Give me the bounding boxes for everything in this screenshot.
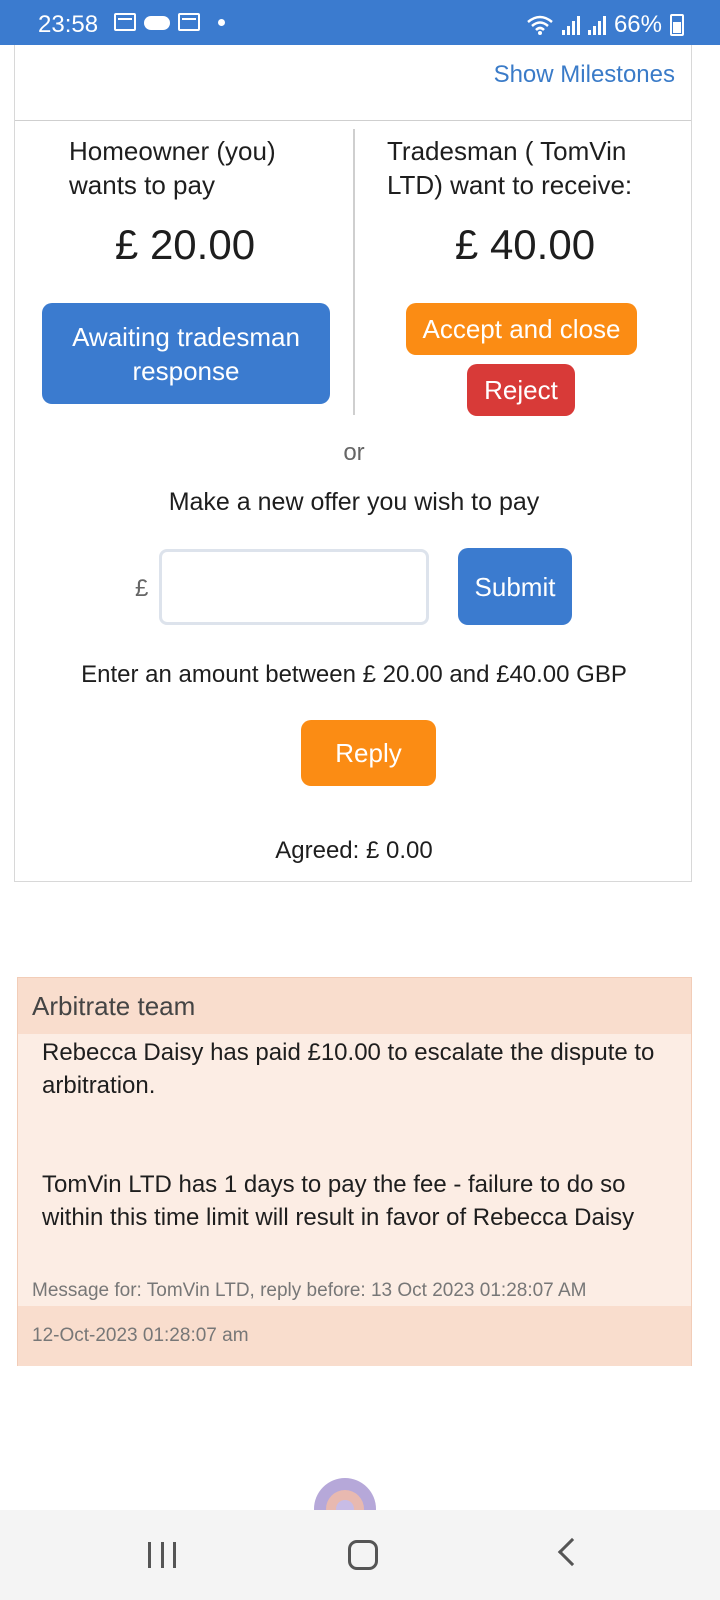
homeowner-amount: £ 20.00: [114, 221, 256, 268]
reject-button[interactable]: Reject: [467, 364, 575, 416]
navigation-bar: [0, 1510, 720, 1600]
offer-amount-input[interactable]: [159, 549, 429, 625]
battery-percent: 66%: [613, 11, 662, 38]
divider: [15, 120, 691, 121]
system-icons: 66%: [526, 11, 684, 39]
signal-icon: [561, 15, 580, 35]
signal-icon: [587, 15, 606, 35]
homeowner-label: Homeowner (you) wants to pay: [69, 136, 276, 200]
currency-symbol: £: [135, 575, 149, 602]
recent-apps-icon[interactable]: [148, 1542, 176, 1568]
message-paragraph: TomVin LTD has 1 days to pay the fee - f…: [42, 1171, 635, 1231]
submit-button[interactable]: Submit: [458, 548, 572, 625]
accept-and-close-button[interactable]: Accept and close: [406, 303, 637, 355]
status-time: 23:58: [38, 11, 99, 38]
tradesman-amount: £ 40.00: [454, 221, 596, 268]
wifi-icon: [527, 15, 553, 35]
message-meta: Message for: TomVin LTD, reply before: 1…: [32, 1280, 587, 1301]
notification-icons: [114, 13, 225, 31]
column-divider: [353, 129, 355, 415]
cloud-icon: [144, 16, 170, 30]
home-icon[interactable]: [348, 1540, 378, 1570]
amount-range-hint: Enter an amount between £ 20.00 and £40.…: [81, 661, 627, 688]
back-icon[interactable]: [557, 1537, 587, 1567]
show-milestones-link[interactable]: Show Milestones: [494, 61, 675, 89]
battery-icon: [670, 14, 684, 36]
agreed-amount: Agreed: £ 0.00: [275, 837, 433, 864]
reply-button[interactable]: Reply: [301, 720, 436, 786]
arbitration-message: Arbitrate team Rebecca Daisy has paid £1…: [17, 977, 692, 1366]
awaiting-response-button[interactable]: Awaiting tradesman response: [42, 303, 330, 404]
offer-card: Show Milestones Homeowner (you) wants to…: [14, 45, 692, 882]
new-offer-prompt: Make a new offer you wish to pay: [168, 488, 540, 516]
or-separator: or: [343, 439, 365, 466]
message-body: Rebecca Daisy has paid £10.00 to escalat…: [42, 1036, 677, 1300]
calendar-icon: [114, 13, 136, 31]
message-header: Arbitrate team: [18, 978, 691, 1034]
message-timestamp: 12-Oct-2023 01:28:07 am: [18, 1306, 691, 1366]
message-paragraph: Rebecca Daisy has paid £10.00 to escalat…: [42, 1039, 655, 1099]
tradesman-label: Tradesman ( TomVin LTD) want to receive:: [387, 136, 633, 200]
calendar-icon: [178, 13, 200, 31]
status-bar: 23:58 66%: [0, 0, 720, 45]
more-notifications-icon: [218, 18, 225, 26]
